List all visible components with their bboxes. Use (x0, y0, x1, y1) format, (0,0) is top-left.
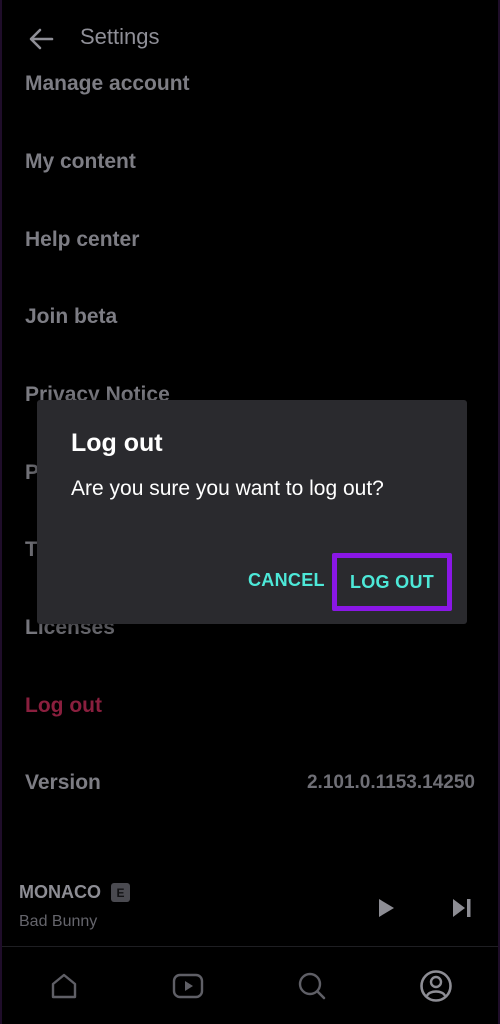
cancel-button[interactable]: CANCEL (248, 570, 325, 591)
confirm-logout-button[interactable]: LOG OUT (332, 553, 452, 611)
dialog-title: Log out (71, 429, 163, 457)
dialog-message: Are you sure you want to log out? (71, 477, 384, 500)
settings-screen: Settings Manage account My content Help … (0, 0, 500, 1024)
confirm-logout-label: LOG OUT (349, 571, 435, 592)
logout-dialog: Log out Are you sure you want to log out… (37, 400, 467, 624)
